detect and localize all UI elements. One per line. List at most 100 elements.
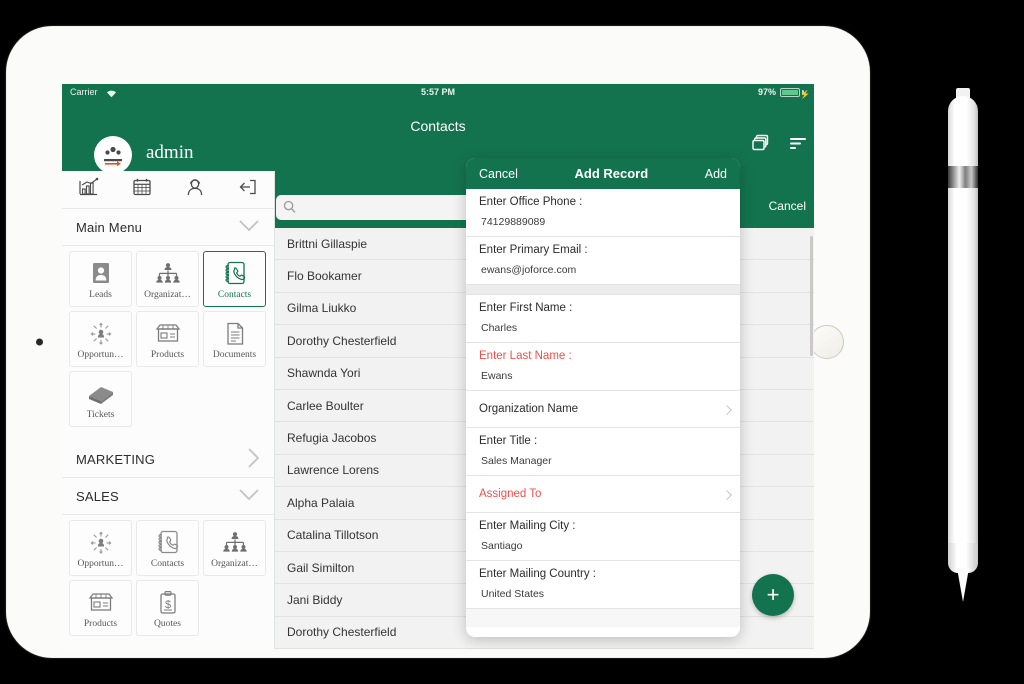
modal-header: Cancel Add Record Add: [466, 158, 740, 189]
field-label: Enter Mailing Country :: [479, 568, 596, 580]
tile-label: Opportun…: [77, 349, 124, 360]
sidebar-section-main-menu[interactable]: Main Menu: [62, 209, 274, 246]
add-record-modal: Cancel Add Record Add Enter Office Phone…: [466, 158, 740, 637]
modal-cancel-button[interactable]: Cancel: [479, 167, 518, 181]
store-products-icon: [154, 319, 182, 349]
sidebar: Main Menu Leads Organizat… Contacts Oppo…: [62, 171, 275, 649]
front-camera: [36, 338, 43, 346]
search-cancel-button[interactable]: Cancel: [769, 199, 806, 213]
tile-label: Opportun…: [77, 558, 124, 569]
field-title[interactable]: Enter Title : Sales Manager: [466, 428, 740, 476]
field-mailing-country[interactable]: Enter Mailing Country : United States: [466, 561, 740, 609]
sidebar-section-sales[interactable]: SALES: [62, 478, 274, 515]
field-value: Ewans: [481, 370, 513, 382]
sort-filter-icon[interactable]: [788, 134, 810, 157]
tile-sales-contacts[interactable]: Contacts: [136, 520, 199, 576]
field-label: Enter Mailing City :: [479, 520, 576, 532]
field-value: 74129889089: [481, 216, 546, 228]
field-label: Organization Name: [479, 403, 579, 415]
tile-sales-opportunities[interactable]: Opportun…: [69, 520, 132, 576]
store-products-icon: [87, 588, 115, 618]
logout-icon[interactable]: [238, 177, 258, 202]
tile-sales-organizations[interactable]: Organizat…: [203, 520, 266, 576]
modal-footer: [466, 609, 740, 627]
tile-opportunities[interactable]: Opportun…: [69, 311, 132, 367]
apple-pencil: [947, 88, 979, 608]
sales-tile-grid: Opportun… Contacts Organizat… Products $…: [62, 515, 274, 636]
list-scrollbar[interactable]: [810, 236, 813, 356]
field-first-name[interactable]: Enter First Name : Charles: [466, 295, 740, 343]
sidebar-section-label: Main Menu: [76, 219, 143, 235]
tile-label: Quotes: [154, 618, 181, 629]
tile-organizations[interactable]: Organizat…: [136, 251, 199, 307]
field-label: Assigned To: [479, 488, 542, 500]
field-assigned-to[interactable]: Assigned To: [466, 476, 740, 513]
tile-documents[interactable]: Documents: [203, 311, 266, 367]
page-title: Contacts: [410, 118, 466, 134]
tile-products[interactable]: Products: [136, 311, 199, 367]
status-time: 5:57 PM: [420, 87, 455, 97]
tile-contacts[interactable]: Contacts: [203, 251, 266, 307]
support-agent-icon[interactable]: [185, 177, 205, 202]
tile-label: Documents: [212, 349, 257, 360]
home-button[interactable]: [810, 325, 844, 359]
sidebar-section-marketing[interactable]: MARKETING: [62, 441, 274, 478]
tile-label: Tickets: [86, 409, 115, 420]
field-label: Enter First Name :: [479, 302, 573, 314]
svg-text:$: $: [164, 599, 170, 611]
battery-percent-label: 97%: [757, 87, 776, 97]
chevron-down-icon: [238, 488, 260, 504]
org-hierarchy-icon: [154, 259, 182, 289]
org-hierarchy-icon: [221, 528, 249, 558]
ticket-icon: [87, 379, 115, 409]
field-label: Enter Office Phone :: [479, 196, 583, 208]
chevron-down-icon: [238, 219, 260, 235]
tile-label: Leads: [89, 289, 112, 300]
field-organization-name[interactable]: Organization Name: [466, 391, 740, 428]
battery-icon: [780, 88, 800, 97]
tablet-device: Carrier 5:57 PM 97% ⚡ Contacts admin Can…: [6, 26, 870, 658]
field-last-name[interactable]: Enter Last Name : Ewans: [466, 343, 740, 391]
tile-label: Products: [83, 618, 118, 629]
field-value: Sales Manager: [481, 455, 552, 467]
modal-body: Enter Office Phone : 74129889089 Enter P…: [466, 189, 740, 627]
tile-label: Products: [150, 349, 185, 360]
field-value: ewans@joforce.com: [481, 264, 577, 276]
modal-add-button[interactable]: Add: [705, 167, 727, 181]
tile-leads[interactable]: Leads: [69, 251, 132, 307]
contacts-book-icon: [156, 528, 180, 558]
person-card-icon: [90, 259, 112, 289]
field-value: Santiago: [481, 540, 523, 552]
field-value: United States: [481, 588, 545, 600]
field-label: Enter Primary Email :: [479, 244, 588, 256]
sidebar-top-nav: [62, 171, 274, 209]
field-label: Enter Title :: [479, 435, 538, 447]
modal-title: Add Record: [574, 166, 649, 181]
user-name-label: admin: [146, 142, 194, 163]
analytics-chart-icon[interactable]: [78, 177, 99, 202]
device-screen: Carrier 5:57 PM 97% ⚡ Contacts admin Can…: [62, 84, 814, 649]
tile-label: Contacts: [150, 558, 185, 569]
chevron-right-icon: [247, 447, 260, 472]
tile-tickets[interactable]: Tickets: [69, 371, 132, 427]
tile-sales-products[interactable]: Products: [69, 580, 132, 636]
field-primary-email[interactable]: Enter Primary Email : ewans@joforce.com: [466, 237, 740, 285]
screenshot-stage: Carrier 5:57 PM 97% ⚡ Contacts admin Can…: [0, 0, 1024, 684]
field-office-phone[interactable]: Enter Office Phone : 74129889089: [466, 189, 740, 237]
field-mailing-city[interactable]: Enter Mailing City : Santiago: [466, 513, 740, 561]
tile-label: Contacts: [217, 289, 252, 300]
tile-label: Organizat…: [211, 558, 258, 569]
search-icon: [283, 200, 296, 219]
main-menu-tile-grid: Leads Organizat… Contacts Opportun… Prod…: [62, 246, 274, 427]
avatar[interactable]: [94, 136, 132, 174]
copy-layers-icon[interactable]: [752, 134, 772, 157]
opportunity-target-icon: [87, 528, 115, 558]
tile-sales-quotes[interactable]: $ Quotes: [136, 580, 199, 636]
add-record-fab[interactable]: +: [752, 574, 794, 616]
opportunity-target-icon: [87, 319, 115, 349]
field-label: Enter Last Name :: [479, 350, 572, 362]
quote-clipboard-icon: $: [157, 588, 179, 618]
tile-label: Organizat…: [144, 289, 191, 300]
calendar-icon[interactable]: [132, 177, 152, 202]
plus-icon: +: [766, 582, 780, 607]
